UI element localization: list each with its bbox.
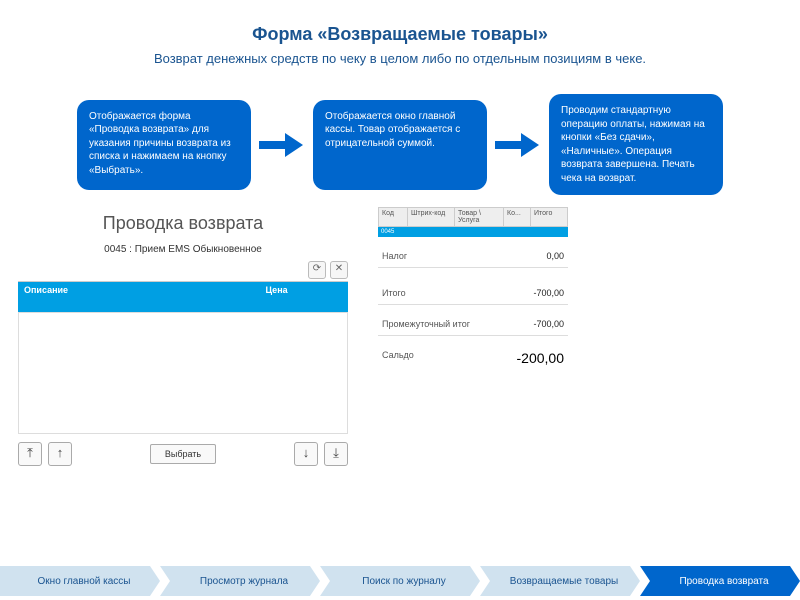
screenshot-return-form: Проводка возврата 0045 : Прием EMS Обыкн…: [18, 207, 348, 466]
flow-row: Отображается форма «Проводка возврата» д…: [24, 94, 776, 195]
item-label: 0045 : Прием EMS Обыкновенное: [18, 244, 348, 255]
gh-item: Товар \ Услуга: [455, 208, 504, 226]
page-title: Форма «Возвращаемые товары»: [0, 0, 800, 45]
window-title: Проводка возврата: [18, 207, 348, 244]
up-button[interactable]: ↑: [48, 442, 72, 466]
footer-buttons: ⤒ ↑ Выбрать ↓ ⤓: [18, 442, 348, 466]
grid-header: Код Штрих-код Товар \ Услуга Ко... Итого: [378, 207, 568, 227]
close-icon[interactable]: ✕: [330, 261, 348, 279]
table-body: [18, 312, 348, 434]
refresh-icon[interactable]: ⟳: [308, 261, 326, 279]
table-header: Описание Цена: [18, 282, 348, 298]
toolbar: ⟳ ✕: [18, 259, 348, 282]
grid-row: 0045: [378, 227, 568, 237]
breadcrumb: Окно главной кассы Просмотр журнала Поис…: [0, 566, 800, 596]
gh-qty: Ко...: [504, 208, 531, 226]
select-button[interactable]: Выбрать: [150, 444, 216, 464]
gh-code: Код: [379, 208, 408, 226]
arrow-right-icon: [259, 135, 305, 155]
gh-total: Итого: [531, 208, 567, 226]
flow-note-2: Отображается окно главной кассы. Товар о…: [313, 100, 487, 190]
crumb-journal-view[interactable]: Просмотр журнала: [160, 566, 320, 596]
crumb-return-posting[interactable]: Проводка возврата: [640, 566, 800, 596]
sum-row: Налог0,00: [378, 245, 568, 268]
gh-barcode: Штрих-код: [408, 208, 455, 226]
crumb-returned-goods[interactable]: Возвращаемые товары: [480, 566, 640, 596]
page-subtitle: Возврат денежных средств по чеку в целом…: [0, 51, 800, 66]
crumb-journal-search[interactable]: Поиск по журналу: [320, 566, 480, 596]
sum-row: Сальдо-200,00: [378, 344, 568, 372]
col-price: Цена: [260, 282, 349, 298]
sum-row: Итого-700,00: [378, 282, 568, 305]
table-row[interactable]: [18, 298, 348, 312]
sum-row: Промежуточный итог-700,00: [378, 313, 568, 336]
screenshot-main-cash: Код Штрих-код Товар \ Услуга Ко... Итого…: [378, 207, 568, 466]
first-page-button[interactable]: ⤒: [18, 442, 42, 466]
flow-note-3: Проводим стандартную операцию оплаты, на…: [549, 94, 723, 195]
col-description: Описание: [18, 282, 260, 298]
flow-note-1: Отображается форма «Проводка возврата» д…: [77, 100, 251, 190]
down-button[interactable]: ↓: [294, 442, 318, 466]
arrow-right-icon: [495, 135, 541, 155]
last-page-button[interactable]: ⤓: [324, 442, 348, 466]
crumb-main-cash[interactable]: Окно главной кассы: [0, 566, 160, 596]
